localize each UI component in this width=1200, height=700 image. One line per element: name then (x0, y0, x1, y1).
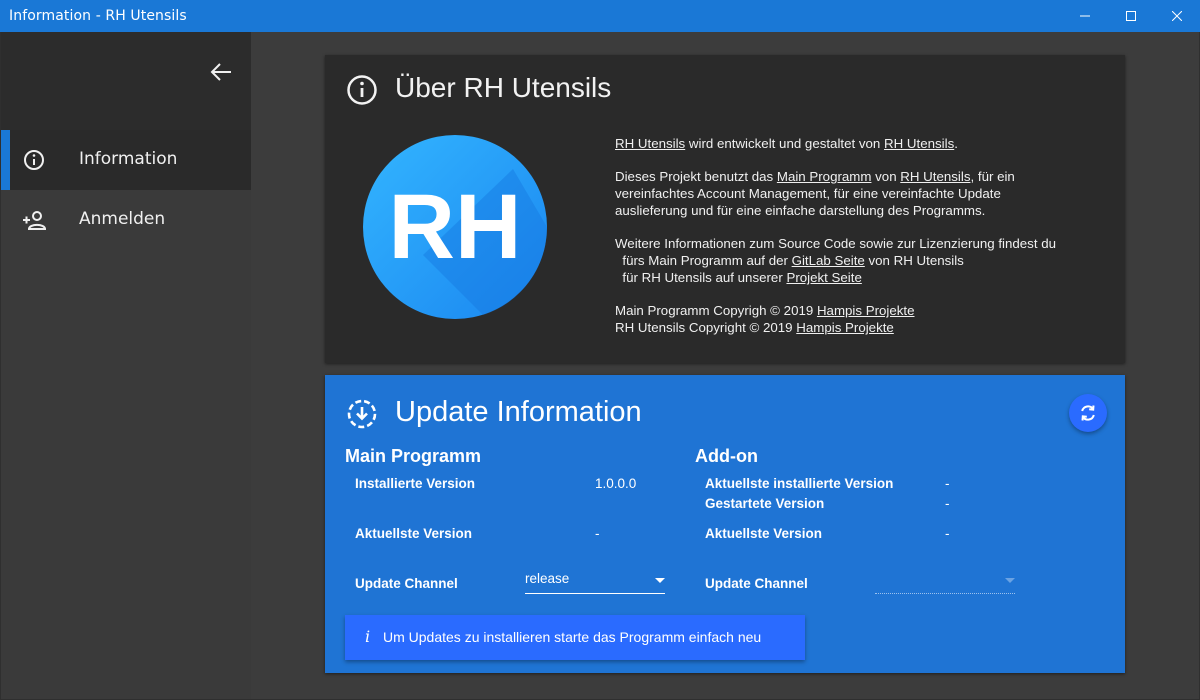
latest-version-label: Aktuellste Version (355, 526, 473, 541)
close-icon (1172, 11, 1182, 21)
refresh-button[interactable] (1069, 394, 1107, 432)
addon-installed-version-value: - (945, 476, 950, 491)
title-bar: Information - RH Utensils (0, 0, 1200, 32)
rh-utensils-link[interactable]: RH Utensils (900, 169, 970, 184)
project-page-link[interactable]: Projekt Seite (786, 270, 861, 285)
addon-started-version-value: - (945, 496, 950, 511)
about-text: RH Utensils wird entwickelt und gestalte… (615, 136, 1056, 335)
selection-indicator (1, 130, 10, 190)
rh-utensils-link[interactable]: RH Utensils (884, 136, 954, 151)
update-title: Update Information (395, 396, 642, 428)
close-button[interactable] (1154, 0, 1200, 32)
update-channel-select[interactable]: release (525, 569, 665, 594)
refresh-icon (1081, 405, 1095, 421)
app-window: Information - RH Utensils Information An… (0, 0, 1200, 700)
restart-info-text: Um Updates zu installieren starte das Pr… (383, 629, 762, 645)
sidebar-header (1, 32, 251, 130)
gitlab-link[interactable]: GitLab Seite (792, 253, 865, 268)
sidebar-item-anmelden[interactable]: Anmelden (1, 190, 251, 250)
download-circle-icon (347, 399, 377, 429)
hampis-projekte-link[interactable]: Hampis Projekte (796, 320, 894, 335)
maximize-button[interactable] (1108, 0, 1154, 32)
rh-utensils-link[interactable]: RH Utensils (615, 136, 685, 151)
addon-started-version-label: Gestartete Version (705, 496, 825, 511)
addon-heading: Add-on (695, 446, 758, 466)
sidebar-item-label: Information (79, 149, 178, 169)
about-card: Über RH Utensils RH RH Utensils wird ent… (325, 55, 1125, 363)
update-channel-label: Update Channel (355, 576, 458, 591)
minimize-button[interactable] (1062, 0, 1108, 32)
installed-version-value: 1.0.0.0 (595, 476, 637, 491)
window-title: Information - RH Utensils (9, 8, 187, 24)
sidebar-item-information[interactable]: Information (1, 130, 251, 190)
arrow-left-icon (210, 63, 231, 81)
info-icon: i (365, 627, 371, 646)
chevron-down-icon (655, 578, 665, 583)
addon-latest-version-value: - (945, 526, 950, 541)
main-programm-heading: Main Programm (345, 446, 482, 466)
logo-text: RH (389, 176, 522, 278)
addon-installed-version-label: Aktuellste installierte Version (705, 476, 894, 491)
chevron-down-icon (1005, 578, 1015, 583)
info-icon (347, 75, 377, 105)
maximize-icon (1126, 11, 1136, 21)
addon-update-channel-label: Update Channel (705, 576, 808, 591)
addon-update-channel-select[interactable] (875, 569, 1015, 594)
latest-version-value: - (595, 526, 600, 541)
addon-latest-version-label: Aktuellste Version (705, 526, 823, 541)
update-card: Update Information Main Programm Install… (325, 375, 1125, 673)
about-title: Über RH Utensils (395, 72, 612, 103)
sidebar-item-label: Anmelden (79, 209, 166, 229)
sidebar: Information Anmelden (1, 32, 251, 699)
hampis-projekte-link[interactable]: Hampis Projekte (817, 303, 915, 318)
add-person-icon (23, 211, 47, 230)
main-programm-link[interactable]: Main Programm (777, 169, 872, 184)
info-icon (24, 150, 44, 170)
minimize-icon (1080, 15, 1090, 17)
restart-info-banner: i Um Updates zu installieren starte das … (345, 615, 805, 660)
update-channel-value: release (525, 571, 570, 586)
back-button[interactable] (205, 58, 237, 86)
installed-version-label: Installierte Version (355, 476, 476, 491)
rh-logo: RH (363, 135, 547, 319)
